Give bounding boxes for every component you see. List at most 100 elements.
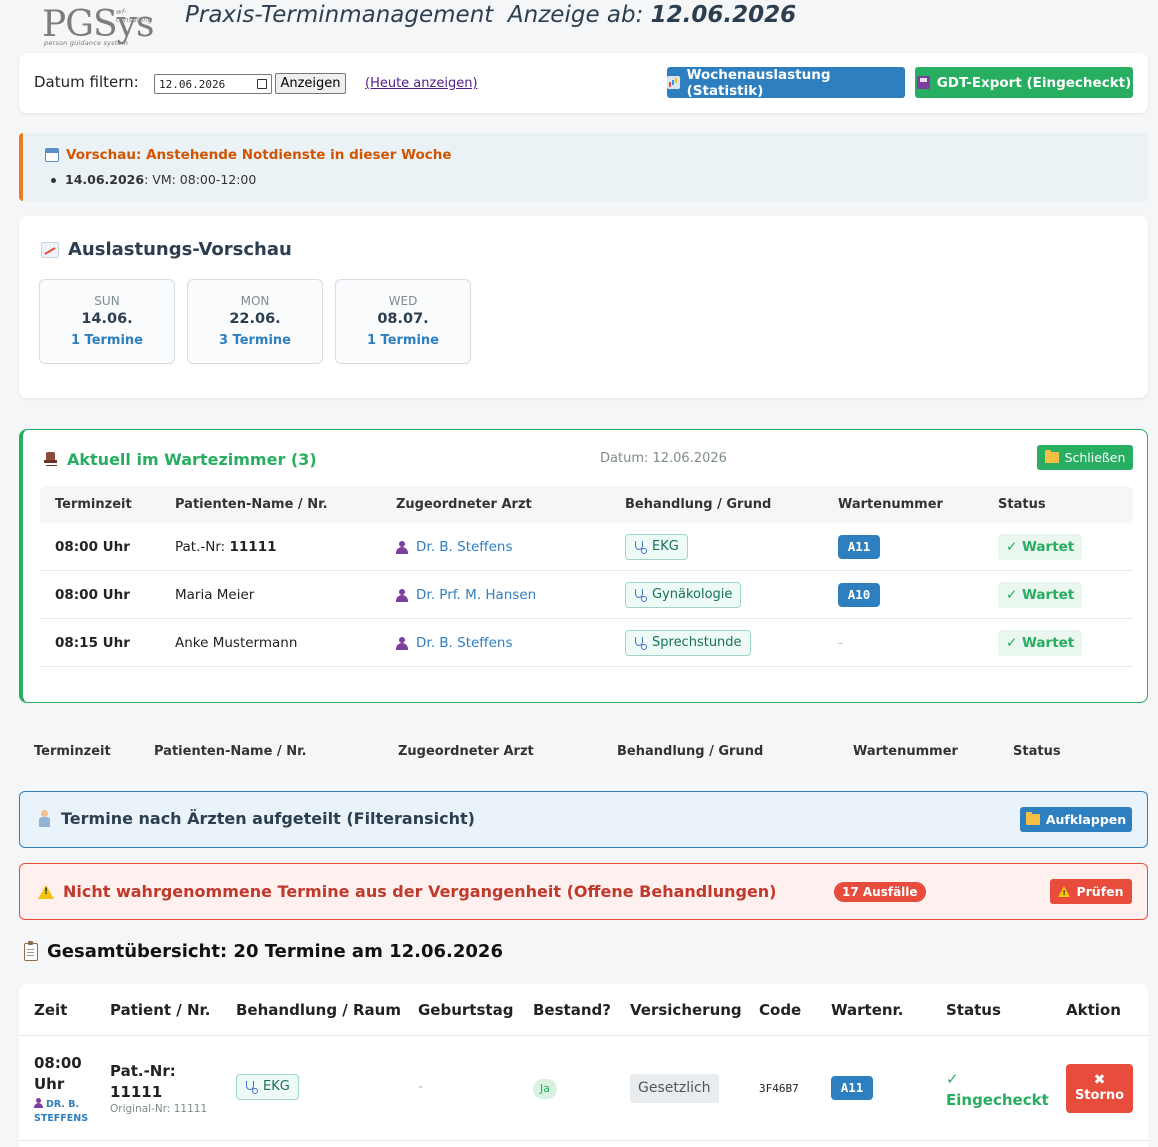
- waiting-number-badge: A11: [838, 535, 880, 559]
- column-header[interactable]: Terminzeit: [55, 486, 132, 523]
- logo-tagline-top: wf-consulting: [116, 8, 153, 24]
- overview-table: Zeit Patient / Nr. Behandlung / Raum Geb…: [19, 984, 1148, 1147]
- column-header[interactable]: Behandlung / Grund: [625, 486, 771, 523]
- emergency-duty-time: : VM: 08:00-12:00: [144, 172, 257, 187]
- appointment-time: 08:00 Uhr: [34, 1054, 82, 1093]
- warning-icon: [38, 884, 54, 899]
- date-filter-value: 12.06.2026: [159, 77, 226, 91]
- column-header[interactable]: Behandlung / Raum: [236, 1001, 401, 1019]
- floppy-disk-icon: [916, 76, 930, 89]
- column-header[interactable]: Behandlung / Grund: [617, 733, 763, 770]
- patient-prefix: Pat.-Nr:: [175, 539, 230, 555]
- cancel-label: Storno: [1074, 1088, 1125, 1103]
- page-title-date: 12.06.2026: [650, 2, 797, 28]
- day-appointment-count: 1 Termine: [70, 333, 143, 348]
- calendar-icon[interactable]: [257, 79, 267, 89]
- column-header[interactable]: Zugeordneter Arzt: [396, 486, 532, 523]
- clipboard-icon: [24, 940, 38, 961]
- chair-icon: [44, 451, 57, 468]
- doctor-icon: [38, 810, 51, 827]
- show-date-button[interactable]: Anzeigen: [275, 73, 346, 94]
- assigned-doctor[interactable]: Dr. B. Steffens: [396, 619, 513, 667]
- person-icon: [34, 1098, 43, 1108]
- treatment-cell: EKG: [236, 1074, 299, 1100]
- status-badge: ✓ Wartet: [998, 582, 1083, 608]
- emergency-duty-date: 14.06.2026: [65, 172, 145, 187]
- missed-appointments-title-text: Nicht wahrgenommene Termine aus der Verg…: [63, 882, 777, 901]
- column-header[interactable]: Status: [1013, 733, 1061, 770]
- column-header[interactable]: Status: [946, 1001, 1001, 1019]
- check-button[interactable]: Prüfen: [1050, 879, 1132, 904]
- show-today-link[interactable]: (Heute anzeigen): [365, 76, 478, 91]
- column-header[interactable]: Terminzeit: [34, 733, 111, 770]
- column-header[interactable]: Aktion: [1066, 1001, 1121, 1019]
- expand-button[interactable]: Aufklappen: [1020, 807, 1132, 832]
- waiting-room-panel: Aktuell im Wartezimmer (3) Datum: 12.06.…: [19, 429, 1148, 703]
- waiting-number-cell: A11: [831, 1076, 873, 1100]
- column-header[interactable]: Patienten-Name / Nr.: [175, 486, 328, 523]
- close-waiting-room-button[interactable]: Schließen: [1037, 445, 1133, 470]
- assigned-doctor[interactable]: Dr. Prf. M. Hansen: [396, 571, 536, 619]
- treatment-cell: Sprechstunde: [625, 619, 751, 670]
- appointment-time: 08:15 Uhr: [55, 635, 130, 651]
- day-card[interactable]: SUN 14.06. 1 Termine: [39, 279, 175, 364]
- treatment-label: Sprechstunde: [652, 635, 742, 650]
- waiting-room-title: Aktuell im Wartezimmer (3): [44, 450, 317, 469]
- expand-label: Aufklappen: [1045, 812, 1127, 827]
- patient-prefix: Maria Meier: [175, 587, 255, 603]
- table-row[interactable]: 08:15 Uhr Anke Mustermann Dr. B. Steffen…: [40, 619, 1133, 667]
- doctor-name: Dr. Prf. M. Hansen: [416, 587, 537, 603]
- doctor-name: Dr. B. Steffens: [416, 539, 513, 555]
- assigned-doctor[interactable]: DR. B. STEFFENS: [34, 1098, 104, 1126]
- trend-chart-icon: [41, 241, 59, 258]
- waiting-room-table: Terminzeit Patienten-Name / Nr. Zugeordn…: [40, 486, 1133, 667]
- patient-name: Pat.-Nr: 11111: [175, 523, 276, 571]
- treatment-label: EKG: [652, 539, 679, 554]
- day-date: 22.06.: [229, 311, 281, 327]
- date-filter-input[interactable]: 12.06.2026: [154, 74, 272, 94]
- birthday-value: -: [418, 1079, 424, 1095]
- column-header[interactable]: Zeit: [34, 1001, 67, 1019]
- missed-appointments-title: Nicht wahrgenommene Termine aus der Verg…: [38, 882, 777, 901]
- column-header[interactable]: Wartenummer: [838, 486, 943, 523]
- date-filter-label: Datum filtern:: [34, 73, 139, 91]
- cancel-appointment-button[interactable]: ✖ Storno: [1066, 1064, 1133, 1113]
- column-header[interactable]: Bestand?: [533, 1001, 611, 1019]
- column-header[interactable]: Zugeordneter Arzt: [398, 733, 534, 770]
- doctor-filter-title: Termine nach Ärzten aufgeteilt (Filteran…: [38, 809, 475, 828]
- person-icon: [396, 540, 408, 554]
- close-icon: ✖: [1093, 1072, 1106, 1088]
- column-header[interactable]: Status: [998, 486, 1046, 523]
- treatment-label: Gynäkologie: [652, 587, 733, 602]
- emergency-duty-preview: Vorschau: Anstehende Notdienste in diese…: [19, 133, 1148, 201]
- column-header[interactable]: Patient / Nr.: [110, 1001, 210, 1019]
- missed-count-badge: 17 Ausfälle: [834, 882, 926, 902]
- person-icon: [396, 636, 408, 650]
- utilization-title: Auslastungs-Vorschau: [41, 239, 292, 260]
- gdt-export-button[interactable]: GDT-Export (Eingecheckt): [915, 67, 1133, 98]
- table-row[interactable]: 08:00 Uhr Maria Meier Dr. Prf. M. Hansen…: [40, 571, 1133, 619]
- emergency-duty-title-text: Vorschau: Anstehende Notdienste in diese…: [66, 147, 452, 163]
- table-header: Zeit Patient / Nr. Behandlung / Raum Geb…: [19, 984, 1148, 1036]
- table-row[interactable]: 08:00 Uhr Pat.-Nr: 11111 Dr. B. Steffens…: [40, 523, 1133, 571]
- utilization-preview: Auslastungs-Vorschau SUN 14.06. 1 Termin…: [19, 216, 1148, 398]
- patient-name: Maria Meier: [175, 571, 254, 619]
- page-title-date-prefix: Anzeige ab:: [507, 2, 644, 28]
- waiting-room-title-text: Aktuell im Wartezimmer (3): [67, 450, 317, 469]
- column-header[interactable]: Wartenr.: [831, 1001, 904, 1019]
- waiting-number-cell: A11: [838, 523, 880, 571]
- table-row[interactable]: 08:00 Uhr DR. B. STEFFENS Pat.-Nr: 11111…: [19, 1037, 1148, 1141]
- day-card[interactable]: WED 08.07. 1 Termine: [335, 279, 471, 364]
- utilization-title-text: Auslastungs-Vorschau: [68, 239, 292, 260]
- page-title-text: Praxis-Terminmanagement: [185, 2, 494, 28]
- column-header[interactable]: Wartenummer: [853, 733, 958, 770]
- column-header[interactable]: Patienten-Name / Nr.: [154, 733, 307, 770]
- column-header[interactable]: Versicherung: [630, 1001, 742, 1019]
- weekly-stats-button[interactable]: Wochenauslastung (Statistik): [667, 67, 905, 99]
- assigned-doctor[interactable]: Dr. B. Steffens: [396, 523, 513, 571]
- stethoscope-icon: [634, 540, 647, 554]
- close-label: Schließen: [1064, 450, 1126, 465]
- column-header[interactable]: Code: [759, 1001, 801, 1019]
- column-header[interactable]: Geburtstag: [418, 1001, 513, 1019]
- day-card[interactable]: MON 22.06. 3 Termine: [187, 279, 323, 364]
